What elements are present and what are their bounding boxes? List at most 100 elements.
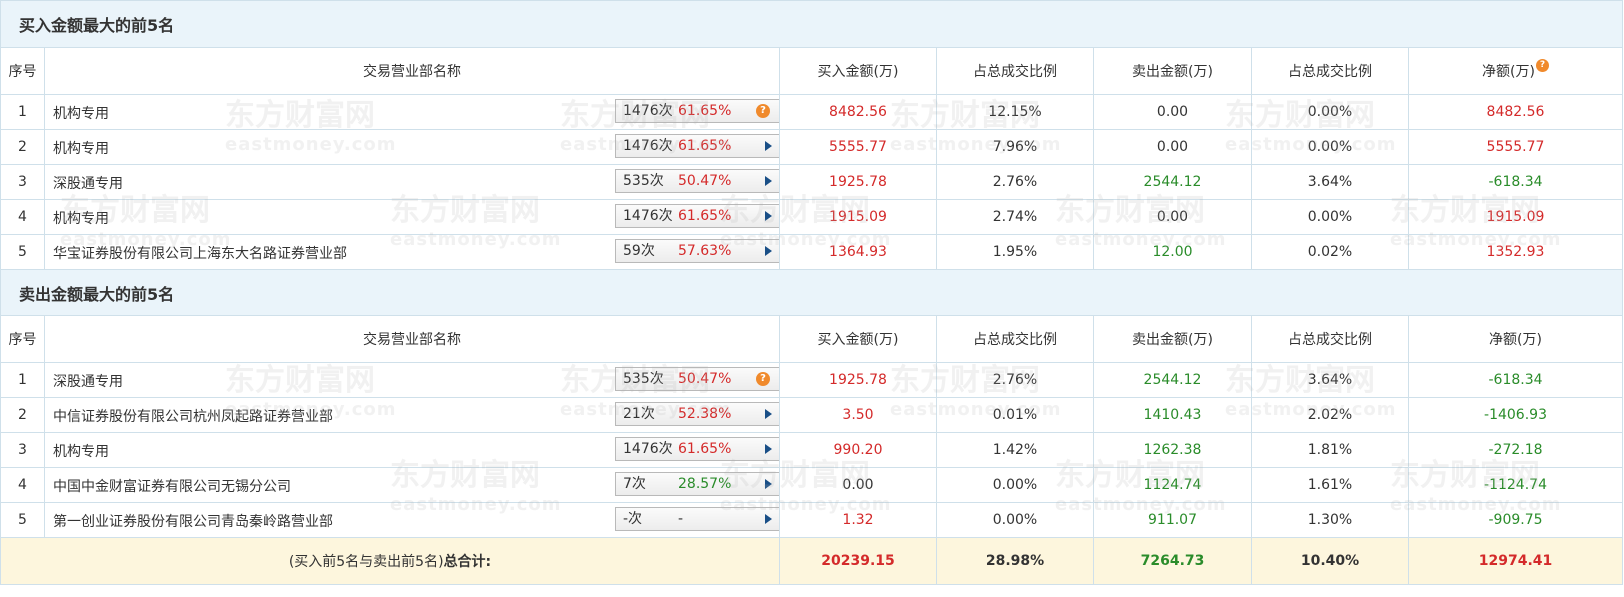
buy-amount: 1915.09 bbox=[779, 199, 937, 235]
branch-stats-button[interactable]: 1476次 61.65% bbox=[615, 204, 779, 228]
header-buy-amount: 买入金额(万) bbox=[779, 47, 937, 95]
sell-header-row: 序号 交易营业部名称 买入金额(万) 占总成交比例 卖出金额(万) 占总成交比例… bbox=[0, 315, 1624, 363]
branch-name-cell: 华宝证券股份有限公司上海东大名路证券营业部 59次 57.63% bbox=[44, 234, 780, 270]
help-icon[interactable]: ? bbox=[1535, 59, 1549, 72]
branch-stats-button[interactable]: 535次 50.47% bbox=[615, 169, 779, 193]
win-rate: 61.65% bbox=[678, 441, 732, 457]
arrow-right-icon[interactable] bbox=[765, 246, 772, 256]
buy-amount: 3.50 bbox=[779, 397, 937, 433]
sell-ratio: 0.00% bbox=[1251, 129, 1409, 165]
help-icon[interactable]: ? bbox=[756, 372, 770, 386]
sell-ratio: 1.81% bbox=[1251, 432, 1409, 468]
branch-name-link[interactable]: 中信证券股份有限公司杭州凤起路证券营业部 bbox=[53, 406, 333, 426]
net-amount: -1406.93 bbox=[1407, 397, 1624, 433]
total-net-amount: 12974.41 bbox=[1407, 537, 1624, 585]
buy-ratio: 0.01% bbox=[936, 397, 1094, 433]
total-sell-ratio: 10.40% bbox=[1251, 537, 1409, 585]
total-label-prefix: (买入前5名与卖出前5名) bbox=[288, 554, 444, 570]
buy-amount: 8482.56 bbox=[779, 94, 937, 130]
sell-ratio: 0.00% bbox=[1251, 199, 1409, 235]
branch-name-link[interactable]: 机构专用 bbox=[53, 208, 109, 228]
sell-amount: 1262.38 bbox=[1093, 432, 1252, 468]
buy-amount: 1925.78 bbox=[779, 164, 937, 200]
net-amount: -909.75 bbox=[1407, 502, 1624, 538]
net-amount: -272.18 bbox=[1407, 432, 1624, 468]
row-index: 2 bbox=[0, 397, 45, 433]
buy-ratio: 2.76% bbox=[936, 362, 1094, 398]
sell-amount: 0.00 bbox=[1093, 94, 1252, 130]
branch-name-link[interactable]: 机构专用 bbox=[53, 138, 109, 158]
branch-name-cell: 中信证券股份有限公司杭州凤起路证券营业部 21次 52.38% bbox=[44, 397, 780, 433]
branch-stats-button[interactable]: -次 - bbox=[615, 507, 779, 531]
arrow-right-icon[interactable] bbox=[765, 211, 772, 221]
header-sell-ratio: 占总成交比例 bbox=[1251, 315, 1409, 363]
total-sell-amount: 7264.73 bbox=[1093, 537, 1252, 585]
total-label: (买入前5名与卖出前5名)总合计: bbox=[0, 537, 780, 585]
branch-name-cell: 机构专用 1476次 61.65%? bbox=[44, 94, 780, 130]
buy-amount: 5555.77 bbox=[779, 129, 937, 165]
branch-name-cell: 机构专用 1476次 61.65% bbox=[44, 129, 780, 165]
buy-ratio: 2.76% bbox=[936, 164, 1094, 200]
header-sell-ratio: 占总成交比例 bbox=[1251, 47, 1409, 95]
arrow-right-icon[interactable] bbox=[765, 514, 772, 524]
branch-name-cell: 深股通专用 535次 50.47%? bbox=[44, 362, 780, 398]
sell-amount: 2544.12 bbox=[1093, 362, 1252, 398]
arrow-right-icon[interactable] bbox=[765, 409, 772, 419]
arrow-right-icon[interactable] bbox=[765, 141, 772, 151]
row-index: 2 bbox=[0, 129, 45, 165]
win-rate: 61.65% bbox=[678, 208, 732, 224]
listed-times: 59次 bbox=[623, 243, 655, 259]
net-amount: -618.34 bbox=[1407, 164, 1624, 200]
buy-amount: 1364.93 bbox=[779, 234, 937, 270]
win-rate: 57.63% bbox=[678, 243, 732, 259]
buy-ratio: 12.15% bbox=[936, 94, 1094, 130]
branch-stats-button[interactable]: 1476次 61.65% bbox=[615, 437, 779, 461]
row-index: 5 bbox=[0, 234, 45, 270]
branch-name-link[interactable]: 华宝证券股份有限公司上海东大名路证券营业部 bbox=[53, 243, 347, 263]
sell-amount: 0.00 bbox=[1093, 199, 1252, 235]
branch-name-link[interactable]: 机构专用 bbox=[53, 103, 109, 123]
sell-ratio: 0.02% bbox=[1251, 234, 1409, 270]
branch-name-cell: 机构专用 1476次 61.65% bbox=[44, 199, 780, 235]
total-row: (买入前5名与卖出前5名)总合计: 20239.15 28.98% 7264.7… bbox=[0, 537, 1624, 585]
branch-name-cell: 中国中金财富证券有限公司无锡分公司 7次 28.57% bbox=[44, 467, 780, 503]
win-rate: 61.65% bbox=[678, 138, 732, 154]
net-amount: -618.34 bbox=[1407, 362, 1624, 398]
branch-stats-button[interactable]: 535次 50.47%? bbox=[615, 367, 779, 391]
branch-name-link[interactable]: 深股通专用 bbox=[53, 173, 123, 193]
header-net-amount: 净额(万)? bbox=[1407, 47, 1624, 95]
branch-stats-button[interactable]: 1476次 61.65% bbox=[615, 134, 779, 158]
listed-times: 535次 bbox=[623, 371, 664, 387]
sell-amount: 911.07 bbox=[1093, 502, 1252, 538]
buy-header-row: 序号 交易营业部名称 买入金额(万) 占总成交比例 卖出金额(万) 占总成交比例… bbox=[0, 47, 1624, 95]
lhb-detail-panel: 买入金额最大的前5名 序号 交易营业部名称 买入金额(万) 占总成交比例 卖出金… bbox=[0, 0, 1624, 585]
sell-ratio: 1.30% bbox=[1251, 502, 1409, 538]
header-branch-name: 交易营业部名称 bbox=[44, 47, 780, 95]
total-label-bold: 总合计: bbox=[443, 554, 492, 570]
buy-amount: 990.20 bbox=[779, 432, 937, 468]
row-index: 4 bbox=[0, 467, 45, 503]
branch-name-link[interactable]: 深股通专用 bbox=[53, 371, 123, 391]
arrow-right-icon[interactable] bbox=[765, 479, 772, 489]
buy-ratio: 2.74% bbox=[936, 199, 1094, 235]
arrow-right-icon[interactable] bbox=[765, 176, 772, 186]
branch-stats-button[interactable]: 7次 28.57% bbox=[615, 472, 779, 496]
arrow-right-icon[interactable] bbox=[765, 444, 772, 454]
win-rate: 61.65% bbox=[678, 103, 732, 119]
branch-stats-button[interactable]: 1476次 61.65%? bbox=[615, 99, 779, 123]
net-amount: 5555.77 bbox=[1407, 129, 1624, 165]
branch-name-link[interactable]: 第一创业证券股份有限公司青岛秦岭路营业部 bbox=[53, 511, 333, 531]
branch-stats-button[interactable]: 21次 52.38% bbox=[615, 402, 779, 426]
header-buy-ratio: 占总成交比例 bbox=[936, 315, 1094, 363]
buy-ratio: 1.95% bbox=[936, 234, 1094, 270]
table-row: 2 机构专用 1476次 61.65% 5555.77 7.96% 0.00 0.00% 555… bbox=[0, 129, 1624, 165]
branch-name-link[interactable]: 中国中金财富证券有限公司无锡分公司 bbox=[53, 476, 291, 496]
win-rate: - bbox=[678, 511, 684, 527]
total-buy-ratio: 28.98% bbox=[936, 537, 1094, 585]
branch-stats-button[interactable]: 59次 57.63% bbox=[615, 239, 779, 263]
sell-ratio: 2.02% bbox=[1251, 397, 1409, 433]
win-rate: 50.47% bbox=[678, 371, 732, 387]
header-sell-amount: 卖出金额(万) bbox=[1093, 47, 1252, 95]
branch-name-link[interactable]: 机构专用 bbox=[53, 441, 109, 461]
help-icon[interactable]: ? bbox=[756, 104, 770, 118]
